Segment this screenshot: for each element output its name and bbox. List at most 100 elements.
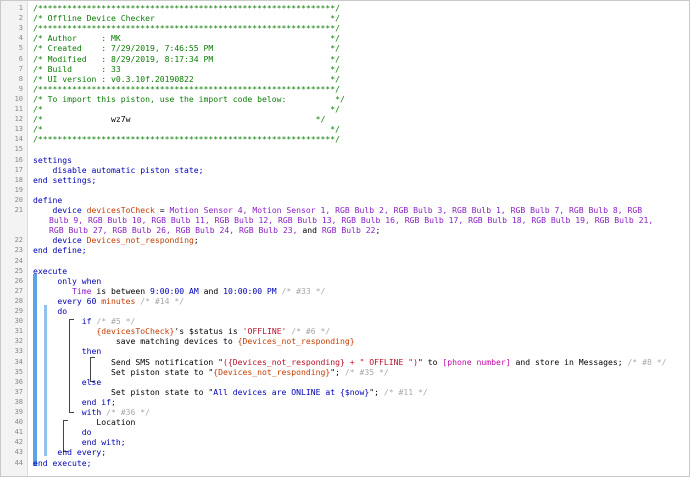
code-token: {Devices_not_responding} xyxy=(213,366,331,377)
code-text: with /* #36 */ xyxy=(33,407,661,417)
line-number: 6 xyxy=(18,54,23,63)
code-text: Location xyxy=(33,417,661,427)
line-number: 23 xyxy=(14,246,23,255)
code-line: 34 Send SMS notification "({Devices_not_… xyxy=(1,357,689,367)
code-token: end if; xyxy=(33,396,116,407)
code-line: 5 /* Created : 7/29/2019, 7:46:55 PM */ xyxy=(1,43,689,53)
code-token: /* Offline Device Checker */ xyxy=(33,13,340,24)
code-token: do xyxy=(33,427,92,438)
code-token: /* Author : MK */ xyxy=(33,33,340,44)
code-token: end execute; xyxy=(33,457,92,468)
code-token: 10:00:00 PM xyxy=(223,285,277,296)
code-line: 4 /* Author : MK */ xyxy=(1,33,689,43)
code-text: only when xyxy=(33,276,661,286)
code-token: Set piston state to " xyxy=(33,366,214,377)
line-number: 1 xyxy=(18,4,23,12)
code-line: 22 device Devices_not_responding; xyxy=(1,235,689,245)
code-text: execute xyxy=(33,266,661,276)
code-text: then xyxy=(33,346,661,356)
code-line: 33 then xyxy=(1,346,689,356)
code-text: /* To import this piston, use the import… xyxy=(33,94,661,104)
line-number: 32 xyxy=(14,337,23,346)
code-token: $status xyxy=(188,326,224,337)
code-line: 29 do xyxy=(1,306,689,316)
code-text: /***************************************… xyxy=(33,3,661,13)
code-token: save matching devices to xyxy=(33,336,238,347)
code-line: 25 execute xyxy=(1,266,689,276)
code-token: execute xyxy=(33,265,68,276)
code-token: /* UI version : v0.3.10f.20190822 */ xyxy=(33,73,340,84)
code-token: else xyxy=(33,376,102,387)
line-number: 5 xyxy=(18,44,23,53)
code-token: /* #33 */ xyxy=(276,285,326,296)
code-token: minutes xyxy=(96,295,136,306)
code-token: /* #14 */ xyxy=(135,295,185,306)
code-text: /* wz7w */ xyxy=(33,114,661,124)
code-text: /* Created : 7/29/2019, 7:46:55 PM */ xyxy=(33,43,661,53)
code-token: Devices_not_responding xyxy=(86,235,194,246)
code-token: disable automatic piston state; xyxy=(33,164,204,175)
code-line: 21 device devicesToCheck = Motion Sensor… xyxy=(1,205,689,235)
code-text: if /* #5 */ xyxy=(33,316,661,326)
code-token: /***************************************… xyxy=(33,3,340,13)
code-token: RGB Bulb 22 xyxy=(321,225,376,236)
code-line: 3 /**************************************… xyxy=(1,23,689,33)
code-token: only when xyxy=(33,275,102,286)
line-number: 14 xyxy=(14,135,23,144)
code-token: ; xyxy=(193,235,199,246)
code-token: [phone number] xyxy=(442,356,511,367)
code-text: /* Author : MK */ xyxy=(33,33,661,43)
code-token: is xyxy=(223,326,243,337)
code-text: save matching devices to {Devices_not_re… xyxy=(33,336,661,346)
code-token: end every; xyxy=(33,447,107,458)
code-line: 17 disable automatic piston state; xyxy=(1,165,689,175)
code-token: /* #35 */ xyxy=(340,366,389,377)
code-token: end define; xyxy=(33,245,87,256)
code-token: 60 xyxy=(86,295,97,306)
code-line: 26 only when xyxy=(1,276,689,286)
code-line: 15 xyxy=(1,144,689,154)
code-token: " to xyxy=(417,356,443,367)
line-number: 3 xyxy=(18,24,23,33)
code-token: define xyxy=(33,194,63,205)
code-token: is between xyxy=(91,285,150,296)
code-token: /* #6 */ xyxy=(286,326,331,337)
line-number: 41 xyxy=(14,428,23,437)
line-number: 39 xyxy=(14,408,23,416)
code-token: devicesToCheck xyxy=(86,205,155,215)
code-token: /***************************************… xyxy=(33,134,340,145)
code-line: 40 Location xyxy=(1,417,689,427)
line-number: 27 xyxy=(14,286,23,295)
code-token: = xyxy=(154,205,170,215)
code-line: 27 Time is between 9:00:00 AM and 10:00:… xyxy=(1,286,689,296)
code-line: 44 end execute; xyxy=(1,458,689,468)
code-line: 37 Set piston state to "All devices are … xyxy=(1,387,689,397)
line-number: 2 xyxy=(18,14,23,23)
code-line: 41 do xyxy=(1,427,689,437)
line-number: 16 xyxy=(14,155,23,164)
code-line: 32 save matching devices to {Devices_not… xyxy=(1,336,689,346)
code-token: Set piston state to " xyxy=(33,386,214,397)
code-line: 35 Set piston state to "{Devices_not_res… xyxy=(1,367,689,377)
code-viewer: 1 /**************************************… xyxy=(0,0,690,477)
line-number: 7 xyxy=(18,64,23,73)
line-number: 24 xyxy=(14,256,23,265)
code-line: 14 /*************************************… xyxy=(1,134,689,144)
code-text: device Devices_not_responding; xyxy=(33,235,661,245)
line-number: 10 xyxy=(14,94,23,103)
code-text: every 60 minutes /* #14 */ xyxy=(33,296,661,306)
code-token: /* */ xyxy=(33,104,340,114)
line-number: 29 xyxy=(14,307,23,315)
code-line: 24 xyxy=(1,256,689,266)
code-text: /* Build : 33 */ xyxy=(33,64,661,74)
code-text: settings xyxy=(33,155,661,165)
line-number: 11 xyxy=(14,105,23,113)
code-line: 6 /* Modified : 8/29/2019, 8:17:34 PM */ xyxy=(1,54,689,64)
code-token: do xyxy=(33,306,68,316)
code-text: else xyxy=(33,377,661,387)
code-text: {devicesToCheck}'s $status is 'OFFLINE' … xyxy=(33,326,661,336)
line-number: 34 xyxy=(14,357,23,366)
line-number: 15 xyxy=(14,145,23,154)
code-line: 12 /* wz7w */ xyxy=(1,114,689,124)
code-line: 18 end settings; xyxy=(1,175,689,185)
